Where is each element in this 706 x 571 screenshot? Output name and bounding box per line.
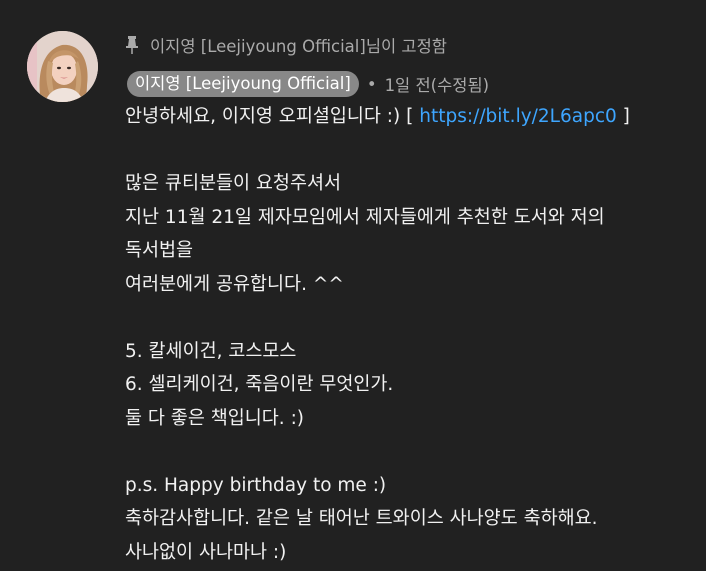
comment-line: 안녕하세요, 이지영 오피셜입니다 :) [ https://bit.ly/2L… [125,100,700,134]
comment-line: 지난 11월 21일 제자모임에서 제자들에게 추천한 도서와 저의 [125,206,605,228]
comment-line: 5. 칼세이건, 코스모스 [125,340,297,362]
comment-line [125,435,700,469]
comment-line: 독서법을 [125,240,194,261]
comment-line: 축하감사합니다. 같은 날 태어난 트와이스 사나양도 축하해요. [125,508,598,529]
greeting-suffix: ] [616,106,630,127]
comment-body: 안녕하세요, 이지영 오피셜입니다 :) [ https://bit.ly/2L… [125,100,700,569]
avatar-image [27,31,98,102]
comment-line [125,301,700,335]
pinned-indicator: 이지영 [Leejiyoung Official]님이 고정함 [124,32,447,58]
comment-page: 이지영 [Leejiyoung Official]님이 고정함 이지영 [Lee… [0,0,706,571]
comment-meta: 이지영 [Leejiyoung Official] • 1일 전(수정됨) [127,70,489,98]
pin-icon [124,35,140,55]
comment-line [125,134,700,168]
greeting-text: 안녕하세요, 이지영 오피셜입니다 :) [ [125,106,420,127]
comment-link[interactable]: https://bit.ly/2L6apc0 [419,106,617,127]
comment-line: 사나없이 사나마나 :) [125,541,287,563]
comment-line: 많은 큐티분들이 요청주셔서 [125,173,342,194]
time-separator: • [366,74,377,94]
comment-line: 여러분에게 공유합니다. ^^ [125,273,344,295]
comment-timestamp[interactable]: 1일 전(수정됨) [385,72,490,96]
author-avatar[interactable] [27,31,98,102]
comment-line: 둘 다 좋은 책입니다. :) [125,407,305,429]
author-name-chip[interactable]: 이지영 [Leejiyoung Official] [127,71,359,97]
comment-line: 6. 셀리케이건, 죽음이란 무엇인가. [125,374,394,395]
pinned-text: 이지영 [Leejiyoung Official]님이 고정함 [150,37,447,56]
comment-line: p.s. Happy birthday to me :) [125,474,387,496]
